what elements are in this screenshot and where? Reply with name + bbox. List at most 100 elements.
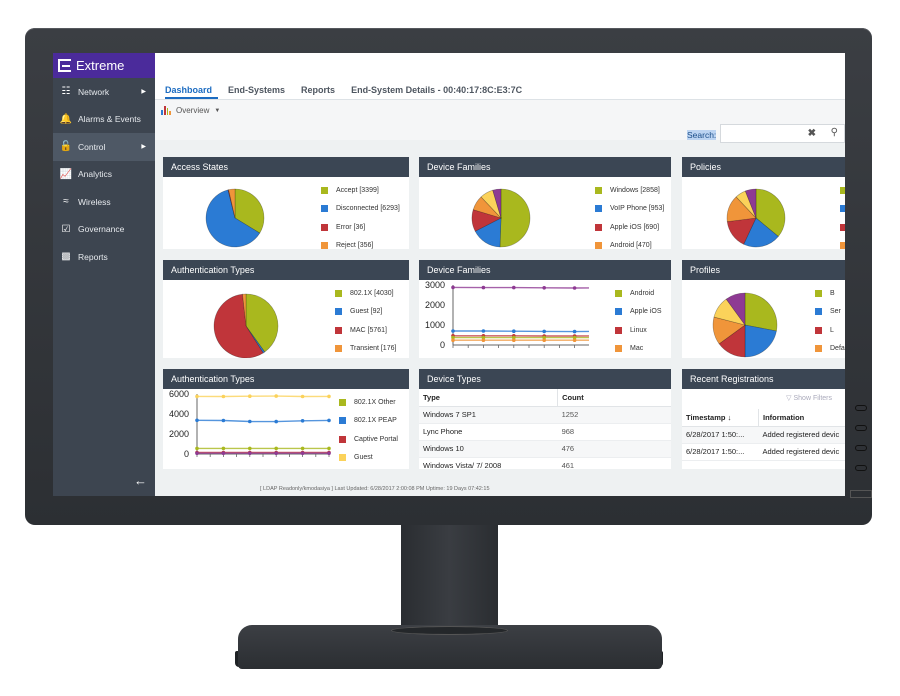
- legend-item[interactable]: Guest: [339, 449, 398, 468]
- data-point[interactable]: [327, 394, 331, 399]
- pie-slice[interactable]: [499, 188, 531, 248]
- data-point[interactable]: [195, 451, 199, 455]
- legend-item[interactable]: 802.1X PEAP: [339, 412, 398, 431]
- legend-item[interactable]: VoIP Phone [953]: [595, 200, 664, 219]
- data-point[interactable]: [221, 446, 226, 451]
- data-point[interactable]: [274, 446, 278, 451]
- data-point[interactable]: [512, 285, 516, 290]
- tab-dashboard[interactable]: Dashboard: [165, 85, 219, 99]
- legend-item[interactable]: MAC [5761]: [335, 321, 396, 340]
- column-header-information[interactable]: Information: [758, 409, 845, 427]
- data-point[interactable]: [542, 329, 546, 334]
- legend-item[interactable]: [840, 181, 845, 200]
- overview-dropdown[interactable]: Overview ▼: [161, 106, 220, 115]
- legend-item[interactable]: Apple iOS: [615, 303, 662, 322]
- tab-end-systems[interactable]: End-Systems: [228, 85, 291, 99]
- data-point[interactable]: [451, 329, 455, 333]
- data-point[interactable]: [195, 446, 199, 451]
- legend-item[interactable]: L: [815, 321, 845, 340]
- pie-slice[interactable]: [744, 292, 778, 332]
- legend-item[interactable]: Accept [3399]: [321, 181, 400, 200]
- data-point[interactable]: [327, 451, 331, 455]
- legend-item[interactable]: [840, 237, 845, 249]
- legend-item[interactable]: Windows [2858]: [595, 181, 664, 200]
- legend-item[interactable]: Apple iOS [690]: [595, 218, 664, 237]
- legend-item[interactable]: 802.1X Other: [339, 393, 398, 412]
- sidebar-item-governance[interactable]: ☑ Governance: [53, 216, 155, 244]
- legend-item[interactable]: Reject [356]: [321, 237, 400, 249]
- data-point[interactable]: [481, 338, 486, 342]
- data-point[interactable]: [512, 329, 516, 333]
- data-point[interactable]: [481, 285, 486, 290]
- legend-item[interactable]: 802.1X [4030]: [335, 284, 396, 303]
- data-point[interactable]: [572, 338, 577, 342]
- legend-item[interactable]: Mac: [615, 340, 662, 359]
- data-point[interactable]: [248, 419, 252, 424]
- brand-logo[interactable]: Extreme: [53, 53, 155, 78]
- data-point[interactable]: [542, 338, 546, 342]
- sidebar-item-wireless[interactable]: ≈ Wireless: [53, 188, 155, 216]
- data-point[interactable]: [327, 418, 331, 423]
- show-filters-button[interactable]: ▽ Show Filters: [682, 389, 845, 409]
- legend-item[interactable]: Ser: [815, 303, 845, 322]
- legend-item[interactable]: Disconnected [6293]: [321, 200, 400, 219]
- data-point[interactable]: [195, 394, 199, 399]
- legend-item[interactable]: Android [470]: [595, 237, 664, 249]
- data-point[interactable]: [274, 394, 278, 398]
- monitor-button[interactable]: [855, 465, 867, 471]
- data-point[interactable]: [327, 446, 331, 451]
- legend-item[interactable]: [840, 200, 845, 219]
- monitor-button[interactable]: [855, 425, 867, 431]
- data-point[interactable]: [542, 286, 546, 290]
- table-row[interactable]: Lync Phone 968: [419, 423, 671, 441]
- sidebar-item-reports[interactable]: ▩ Reports: [53, 243, 155, 271]
- data-point[interactable]: [274, 451, 278, 455]
- pie-slice[interactable]: [744, 324, 777, 358]
- legend-item[interactable]: Defa: [815, 340, 845, 359]
- data-point[interactable]: [248, 451, 252, 455]
- table-row[interactable]: Windows 10 476: [419, 440, 671, 458]
- data-point[interactable]: [572, 329, 577, 334]
- data-point[interactable]: [221, 451, 226, 455]
- data-point[interactable]: [300, 419, 305, 423]
- tab-end-system-details[interactable]: End-System Details - 00:40:17:8C:E3:7C: [351, 85, 528, 99]
- sidebar-item-network[interactable]: ☷ Network ▶: [53, 78, 155, 106]
- table-row[interactable]: Windows 7 SP1 1252: [419, 406, 671, 424]
- data-point[interactable]: [274, 419, 278, 424]
- legend-item[interactable]: B: [815, 284, 845, 303]
- data-point[interactable]: [300, 446, 305, 451]
- data-point[interactable]: [451, 338, 455, 342]
- data-point[interactable]: [195, 418, 199, 423]
- data-point[interactable]: [221, 418, 226, 423]
- table-row[interactable]: Windows Vista/ 7/ 2008 461: [419, 457, 671, 469]
- table-row[interactable]: 6/28/2017 1:50:... Added registered devic: [682, 443, 845, 461]
- data-point[interactable]: [451, 285, 455, 290]
- search-input[interactable]: ✖ ⚲: [720, 124, 845, 143]
- monitor-button[interactable]: [855, 445, 867, 451]
- data-point[interactable]: [248, 446, 252, 451]
- sidebar-item-analytics[interactable]: 📈 Analytics: [53, 161, 155, 189]
- sidebar-item-control[interactable]: 🔓 Control ▶: [53, 133, 155, 161]
- data-point[interactable]: [572, 286, 577, 290]
- column-header-type[interactable]: Type: [419, 389, 558, 407]
- column-header-count[interactable]: Count: [557, 389, 671, 407]
- data-point[interactable]: [248, 394, 252, 398]
- arrow-left-icon[interactable]: ←: [134, 473, 147, 488]
- sidebar-item-alarms-events[interactable]: 🔔 Alarms & Events: [53, 106, 155, 134]
- data-point[interactable]: [481, 329, 486, 333]
- power-button[interactable]: [850, 490, 872, 498]
- legend-item[interactable]: Transient [176]: [335, 340, 396, 359]
- tab-reports[interactable]: Reports: [301, 85, 341, 99]
- legend-item[interactable]: Guest [92]: [335, 303, 396, 322]
- data-point[interactable]: [300, 451, 305, 455]
- legend-item[interactable]: Error [36]: [321, 218, 400, 237]
- data-point[interactable]: [512, 338, 516, 342]
- close-icon[interactable]: ✖: [808, 128, 816, 139]
- legend-item[interactable]: Captive Portal: [339, 430, 398, 449]
- search-icon[interactable]: ⚲: [831, 127, 838, 138]
- column-header-timestamp[interactable]: Timestamp ↓: [682, 409, 759, 427]
- monitor-button[interactable]: [855, 405, 867, 411]
- data-point[interactable]: [300, 394, 305, 399]
- table-row[interactable]: 6/28/2017 1:50:... Added registered devic: [682, 426, 845, 444]
- legend-item[interactable]: [840, 218, 845, 237]
